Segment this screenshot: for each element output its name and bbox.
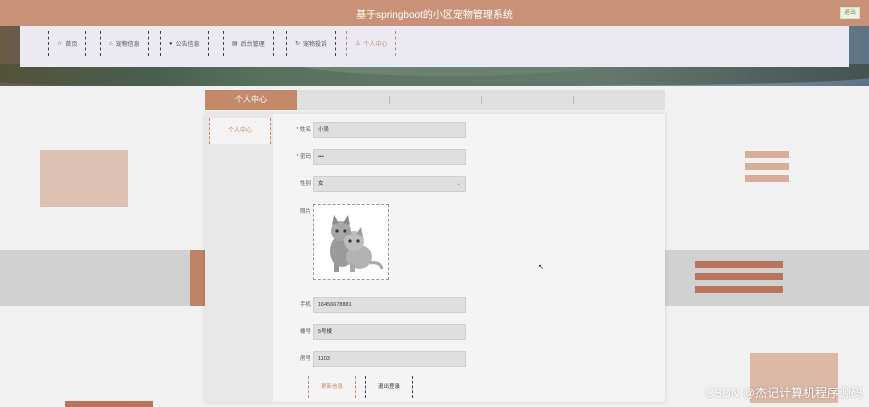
grid-icon: ▤: [232, 41, 238, 47]
password-field[interactable]: •••: [313, 149, 466, 165]
refresh-icon: ↻: [295, 41, 301, 47]
side-item-personal-center[interactable]: 个人中心: [209, 118, 271, 144]
phone-label: 手机: [299, 302, 311, 308]
password-row: * 密码 •••: [273, 149, 665, 165]
banner-ridge: [0, 64, 869, 86]
decor-stripe: [695, 273, 783, 280]
nav-item-personal-center[interactable]: ♙ 个人中心: [346, 31, 397, 56]
nav-label: 后台管理: [240, 42, 265, 48]
building-field[interactable]: 5号楼: [313, 324, 466, 340]
user-icon: ♙: [355, 41, 361, 47]
gender-label: 性别: [299, 181, 311, 187]
photo-label: 照片: [299, 209, 311, 215]
tab-divider: [481, 96, 482, 104]
tab-personal-center[interactable]: 个人中心: [205, 90, 297, 110]
nav-label: 宠物投诉: [303, 42, 328, 48]
tab-divider: [389, 96, 390, 104]
star-icon: ☆: [57, 41, 63, 47]
watermark: CSDN @杰记计算机程序源码: [705, 386, 863, 400]
nav-label: 首页: [65, 42, 78, 48]
room-label: 房号: [299, 356, 311, 362]
tab-bar: 个人中心: [205, 90, 665, 110]
profile-panel: 个人中心 * 姓名 小吴 * 密码 ••• 性别 女 ⌄ 照片 手机 16456…: [205, 114, 665, 402]
building-label: 楼号: [299, 329, 311, 335]
main-nav: ☆ 首页 ⌂ 宠物信息 ● 公告信息 ▤ 后台管理 ↻ 宠物投诉 ♙ 个人中心: [20, 26, 849, 67]
decor-stripe: [695, 286, 783, 293]
decor-stripe: [695, 261, 783, 268]
logout-button[interactable]: 退出登录: [365, 376, 413, 398]
info-icon: ●: [169, 40, 173, 47]
decor-stripe: [745, 151, 789, 158]
nav-item-pet-info[interactable]: ⌂ 宠物信息: [100, 31, 149, 56]
decor-block: [190, 250, 206, 306]
profile-form: * 姓名 小吴 * 密码 ••• 性别 女 ⌄ 照片 手机 1645667888…: [273, 114, 665, 402]
gender-select[interactable]: 女 ⌄: [313, 176, 466, 192]
lock-icon: ⌂: [109, 40, 113, 47]
update-info-button[interactable]: 更新信息: [308, 376, 356, 398]
name-row: * 姓名 小吴: [273, 122, 665, 138]
name-label: * 姓名: [296, 127, 311, 133]
nav-item-notices[interactable]: ● 公告信息: [160, 31, 209, 56]
room-field[interactable]: 1103: [313, 351, 466, 367]
nav-label: 公告信息: [175, 42, 200, 48]
gender-value: 女: [318, 181, 324, 187]
building-row: 楼号 5号楼: [273, 324, 665, 340]
side-menu: 个人中心: [205, 114, 273, 402]
decor-block: [65, 401, 153, 407]
top-bar: 基于springboot的小区宠物管理系统 退出: [0, 0, 869, 26]
nav-item-home[interactable]: ☆ 首页: [48, 31, 87, 56]
decor-block: [40, 150, 128, 207]
nav-item-admin[interactable]: ▤ 后台管理: [223, 31, 274, 56]
phone-row: 手机 16456678881: [273, 297, 665, 313]
name-field[interactable]: 小吴: [313, 122, 466, 138]
mouse-cursor-icon: ↖: [538, 264, 544, 271]
tab-divider: [573, 96, 574, 104]
app-title: 基于springboot的小区宠物管理系统: [356, 10, 513, 21]
phone-field[interactable]: 16456678881: [313, 297, 466, 313]
photo-upload[interactable]: [313, 204, 389, 280]
room-row: 房号 1103: [273, 351, 665, 367]
decor-stripe: [745, 163, 789, 170]
nav-item-complaints[interactable]: ↻ 宠物投诉: [286, 31, 337, 56]
chevron-down-icon: ⌄: [455, 181, 461, 187]
kitten-photo: [330, 215, 384, 272]
gender-row: 性别 女 ⌄: [273, 176, 665, 192]
nav-label: 宠物信息: [115, 42, 140, 48]
password-label: * 密码: [296, 154, 311, 160]
decor-stripe: [745, 175, 789, 182]
exit-button[interactable]: 退出: [840, 7, 860, 19]
nav-label: 个人中心: [363, 42, 388, 48]
